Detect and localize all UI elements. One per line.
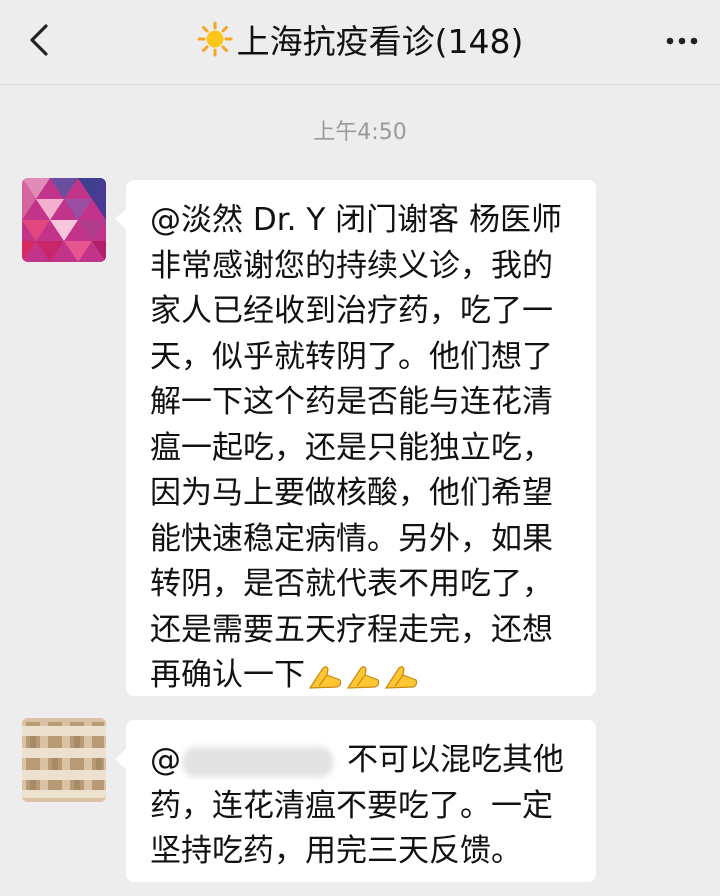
message-line: 药，连花清瘟不要吃了。一定 xyxy=(150,787,553,824)
folded-hands-icon xyxy=(308,665,342,689)
sun-icon xyxy=(197,21,233,57)
message-line-first: @ 不可以混吃其他 xyxy=(150,738,576,784)
more-dots-icon[interactable] xyxy=(662,26,702,56)
mention-prefix: @ xyxy=(150,742,181,778)
woven-pattern-avatar-icon xyxy=(22,718,106,802)
message-bubble[interactable]: @淡然 Dr. Y 闭门谢客 杨医师 非常感谢您的持续义诊，我的 家人已经收到治… xyxy=(115,180,596,699)
message-line-text: 再确认一下 xyxy=(150,657,305,693)
folded-hands-icon xyxy=(384,665,418,689)
message-line: 天，似乎就转阴了。他们想了 xyxy=(150,338,553,375)
message-line: 解一下这个药是否能与连花清 xyxy=(150,384,553,420)
message-line: 家人已经收到治疗药，吃了一 xyxy=(150,293,553,329)
message-line-last: 再确认一下 xyxy=(150,653,576,699)
message-line: 还是需要五天疗程走完，还想 xyxy=(150,611,553,648)
chat-header: 上海抗疫看诊(148) xyxy=(0,0,720,85)
message-line: 坚持吃药，用完三天反馈。 xyxy=(150,833,522,869)
folded-hands-icon xyxy=(346,665,380,689)
redacted-name xyxy=(183,746,333,777)
pink-triangle-avatar-icon xyxy=(22,178,106,262)
chat-title-text: 上海抗疫看诊(148) xyxy=(236,22,524,61)
message-timestamp: 上午4:50 xyxy=(313,120,407,145)
message-line-text: 不可以混吃其他 xyxy=(347,742,564,778)
message-bubble[interactable]: @ 不可以混吃其他 药，连花清瘟不要吃了。一定 坚持吃药，用完三天反馈。 xyxy=(115,720,596,882)
message-line: @淡然 Dr. Y 闭门谢客 杨医师 xyxy=(150,202,562,238)
message-line: 能快速稳定病情。另外，如果 xyxy=(150,520,553,557)
avatar[interactable] xyxy=(22,718,106,802)
message-line: 非常感谢您的持续义诊，我的 xyxy=(150,247,553,284)
message-line: 转阴，是否就代表不用吃了， xyxy=(150,566,553,602)
message-line: 瘟一起吃，还是只能独立吃， xyxy=(150,429,553,466)
folded-hands-emoji-group xyxy=(307,653,421,699)
message-line: 因为马上要做核酸，他们希望 xyxy=(150,475,553,511)
avatar[interactable] xyxy=(22,178,106,262)
chat-title: 上海抗疫看诊(148) xyxy=(0,0,720,78)
